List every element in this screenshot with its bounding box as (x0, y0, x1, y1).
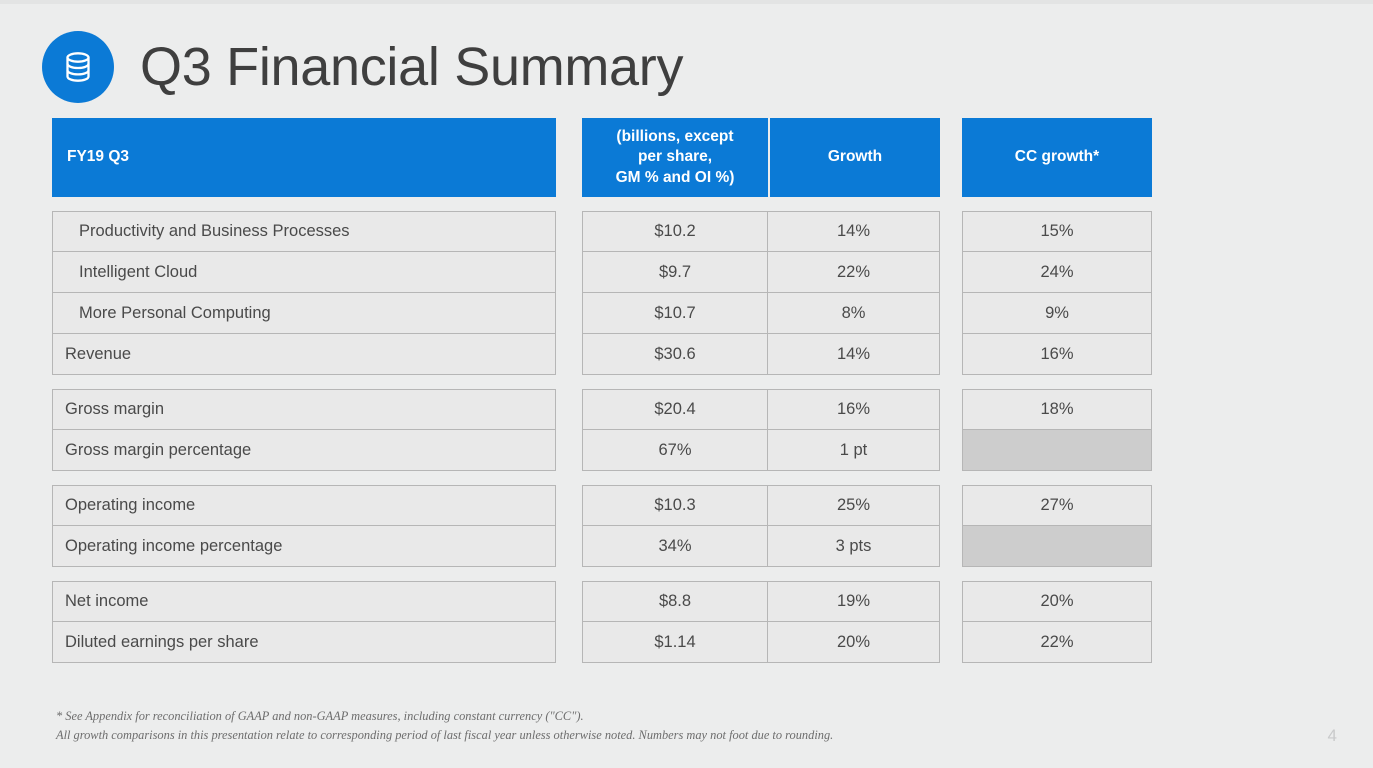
row-gap-2 (940, 334, 962, 375)
row-gap-2 (940, 622, 962, 663)
row-label: Operating income percentage (52, 526, 556, 567)
table-body: Productivity and Business Processes $10.2… (52, 211, 1152, 663)
row-value: $1.14 (582, 622, 768, 663)
database-icon (42, 31, 114, 103)
row-label: Gross margin percentage (52, 430, 556, 471)
row-value: $30.6 (582, 334, 768, 375)
row-growth: 1 pt (768, 430, 940, 471)
header-growth: Growth (770, 118, 940, 197)
slide-title-row: Q3 Financial Summary (42, 28, 683, 106)
row-gap-2 (940, 211, 962, 252)
top-rule (0, 0, 1373, 4)
row-label: Operating income (52, 485, 556, 526)
header-cc-growth: CC growth* (962, 118, 1152, 197)
header-units-line-1: (billions, except (616, 127, 734, 145)
table-row: Gross margin $20.4 16% 18% (52, 389, 1152, 430)
footnotes: * See Appendix for reconciliation of GAA… (56, 707, 833, 745)
table-row: Productivity and Business Processes $10.2… (52, 211, 1152, 252)
row-label: Diluted earnings per share (52, 622, 556, 663)
row-gap-1 (556, 293, 582, 334)
row-gap-2 (940, 485, 962, 526)
header-units-line-3: GM % and OI %) (615, 168, 735, 186)
row-cc-growth: 27% (962, 485, 1152, 526)
row-gap-2 (940, 581, 962, 622)
row-growth: 20% (768, 622, 940, 663)
table-block: Productivity and Business Processes $10.2… (52, 211, 1152, 375)
row-cc-growth: 9% (962, 293, 1152, 334)
header-gap-1 (556, 118, 582, 197)
table-block: Net income $8.8 19% 20% Diluted earnings per… (52, 581, 1152, 663)
table-row: More Personal Computing $10.7 8% 9% (52, 293, 1152, 334)
row-value: $10.7 (582, 293, 768, 334)
row-gap-1 (556, 581, 582, 622)
row-label: More Personal Computing (52, 293, 556, 334)
row-gap-1 (556, 430, 582, 471)
row-cc-growth: 22% (962, 622, 1152, 663)
row-value: $8.8 (582, 581, 768, 622)
row-value: 67% (582, 430, 768, 471)
footnote-1: * See Appendix for reconciliation of GAA… (56, 709, 584, 723)
row-gap-2 (940, 252, 962, 293)
row-label: Revenue (52, 334, 556, 375)
table-header-row: FY19 Q3 (billions, except per share, GM … (52, 118, 1152, 197)
header-units-line-2: per share, (637, 148, 713, 166)
row-gap-2 (940, 526, 962, 567)
row-growth: 14% (768, 334, 940, 375)
table-row: Operating income $10.3 25% 27% (52, 485, 1152, 526)
row-gap-1 (556, 389, 582, 430)
row-growth: 14% (768, 211, 940, 252)
row-gap-1 (556, 252, 582, 293)
row-value: $9.7 (582, 252, 768, 293)
row-gap-1 (556, 622, 582, 663)
table-row: Net income $8.8 19% 20% (52, 581, 1152, 622)
table-row: Revenue $30.6 14% 16% (52, 334, 1152, 375)
row-gap-2 (940, 389, 962, 430)
page-number: 4 (1327, 726, 1337, 745)
slide: Q3 Financial Summary FY19 Q3 (billions, … (0, 0, 1373, 768)
row-gap-1 (556, 526, 582, 567)
row-label: Net income (52, 581, 556, 622)
financial-summary-table: FY19 Q3 (billions, except per share, GM … (52, 118, 1152, 663)
header-units: (billions, except per share, GM % and OI… (582, 118, 768, 197)
row-growth: 3 pts (768, 526, 940, 567)
row-gap-1 (556, 211, 582, 252)
row-growth: 25% (768, 485, 940, 526)
row-value: 34% (582, 526, 768, 567)
row-cc-growth: 15% (962, 211, 1152, 252)
row-growth: 16% (768, 389, 940, 430)
row-growth: 19% (768, 581, 940, 622)
row-gap-1 (556, 485, 582, 526)
row-label: Intelligent Cloud (52, 252, 556, 293)
footnote-2: All growth comparisons in this presentat… (56, 728, 834, 743)
table-row: Diluted earnings per share $1.14 20% 22% (52, 622, 1152, 663)
row-label: Gross margin (52, 389, 556, 430)
row-label: Productivity and Business Processes (52, 211, 556, 252)
row-cc-growth: 16% (962, 334, 1152, 375)
row-gap-2 (940, 293, 962, 334)
header-gap-2 (940, 118, 962, 197)
row-value: $10.2 (582, 211, 768, 252)
row-gap-1 (556, 334, 582, 375)
row-growth: 8% (768, 293, 940, 334)
table-row: Operating income percentage 34% 3 pts (52, 526, 1152, 567)
header-fy19-q3: FY19 Q3 (52, 118, 556, 197)
row-value: $20.4 (582, 389, 768, 430)
row-cc-growth: 24% (962, 252, 1152, 293)
row-gap-2 (940, 430, 962, 471)
row-cc-growth: 20% (962, 581, 1152, 622)
row-value: $10.3 (582, 485, 768, 526)
row-cc-growth: 18% (962, 389, 1152, 430)
table-block: Operating income $10.3 25% 27% Operating inc… (52, 485, 1152, 567)
page-title: Q3 Financial Summary (140, 37, 684, 97)
row-cc-growth-shaded (962, 526, 1152, 567)
table-block: Gross margin $20.4 16% 18% Gross margin perc… (52, 389, 1152, 471)
row-cc-growth-shaded (962, 430, 1152, 471)
row-growth: 22% (768, 252, 940, 293)
table-row: Intelligent Cloud $9.7 22% 24% (52, 252, 1152, 293)
table-row: Gross margin percentage 67% 1 pt (52, 430, 1152, 471)
